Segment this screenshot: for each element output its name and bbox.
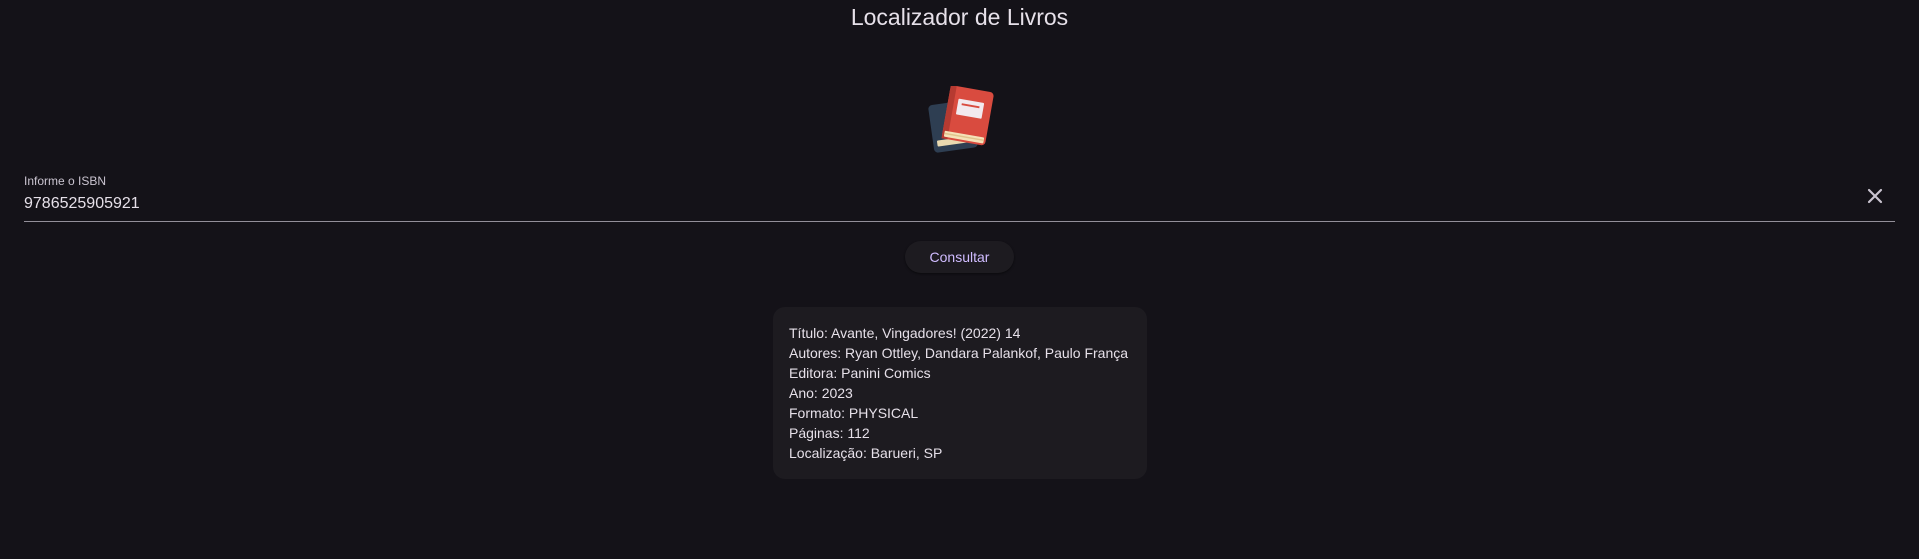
result-card: Título: Avante, Vingadores! (2022) 14 Au… <box>773 307 1147 479</box>
app-page: Localizador de Livros Informe o ISBN 978… <box>0 0 1919 559</box>
result-publisher: Editora: Panini Comics <box>789 365 931 381</box>
close-icon[interactable] <box>1863 184 1887 208</box>
result-authors: Autores: Ryan Ottley, Dandara Palankof, … <box>789 345 1129 361</box>
isbn-field-label: Informe o ISBN <box>24 174 107 188</box>
books-icon <box>925 85 995 156</box>
result-title: Título: Avante, Vingadores! (2022) 14 <box>789 325 1021 341</box>
result-year: Ano: 2023 <box>789 385 853 401</box>
isbn-input[interactable] <box>24 192 1824 216</box>
isbn-field[interactable]: Informe o ISBN <box>24 172 1895 222</box>
consult-button[interactable]: Consultar <box>905 241 1014 273</box>
result-format: Formato: PHYSICAL <box>789 405 919 421</box>
app-title: Localizador de Livros <box>850 4 1069 30</box>
result-pages: Páginas: 112 <box>789 425 870 441</box>
result-location: Localização: Barueri, SP <box>789 445 943 461</box>
